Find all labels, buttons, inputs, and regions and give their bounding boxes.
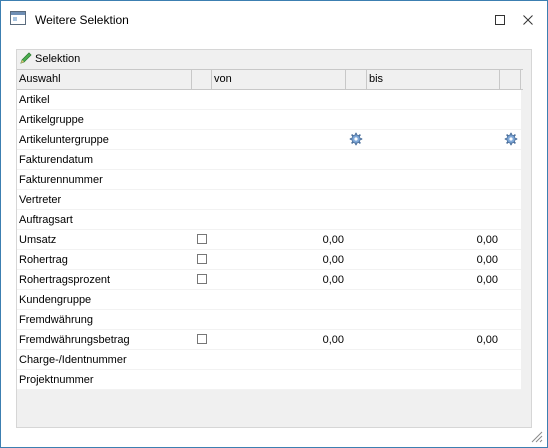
table-row[interactable]: Kundengruppe: [17, 290, 521, 310]
row-label: Fakturennummer: [19, 174, 103, 186]
table-row[interactable]: Charge-/Identnummer: [17, 350, 521, 370]
row-label: Fremdwährungsbetrag: [19, 334, 130, 346]
table-row[interactable]: Artikel: [17, 90, 521, 110]
panel-title: Selektion: [35, 53, 81, 65]
row-label: Fremdwährung: [19, 314, 93, 326]
column-header-row: Auswahl von bis: [17, 69, 523, 90]
panel-header: Selektion: [17, 50, 531, 69]
row-checkbox[interactable]: [197, 274, 207, 284]
bis-value[interactable]: 0,00: [367, 234, 500, 246]
row-label: Charge-/Identnummer: [19, 354, 127, 366]
bis-gear-icon[interactable]: [504, 132, 518, 149]
row-checkbox[interactable]: [197, 234, 207, 244]
row-label: Artikel: [19, 94, 50, 106]
bis-value[interactable]: 0,00: [367, 254, 500, 266]
window: Weitere Selektion Selektion Auswahl von …: [0, 0, 548, 448]
vertical-scroll-area[interactable]: [521, 90, 531, 390]
selection-table: Artikel Artikelgruppe Artikeluntergruppe Fa…: [17, 90, 521, 390]
row-label: Auftragsart: [19, 214, 73, 226]
table-row[interactable]: Projektnummer: [17, 370, 521, 390]
column-header-von-icon[interactable]: [346, 70, 367, 89]
table-row[interactable]: Fakturendatum: [17, 150, 521, 170]
row-label: Umsatz: [19, 234, 57, 246]
column-header-auswahl[interactable]: Auswahl: [17, 70, 192, 89]
row-checkbox[interactable]: [197, 334, 207, 344]
von-value[interactable]: 0,00: [212, 334, 346, 346]
pencil-icon: [19, 51, 33, 68]
table-row[interactable]: Vertreter: [17, 190, 521, 210]
table-row[interactable]: Auftragsart: [17, 210, 521, 230]
row-label: Rohertrag: [19, 254, 68, 266]
maximize-button[interactable]: [485, 7, 515, 33]
row-label: Artikelgruppe: [19, 114, 84, 126]
column-header-bis-icon[interactable]: [500, 70, 521, 89]
row-label: Artikeluntergruppe: [19, 134, 109, 146]
column-header-von[interactable]: von: [212, 70, 346, 89]
row-checkbox[interactable]: [197, 254, 207, 264]
row-label: Kundengruppe: [19, 294, 92, 306]
von-value[interactable]: 0,00: [212, 254, 346, 266]
close-icon: [523, 15, 533, 25]
table-row[interactable]: Rohertrag 0,00 0,00: [17, 250, 521, 270]
row-label: Fakturendatum: [19, 154, 93, 166]
table-row[interactable]: Artikeluntergruppe: [17, 130, 521, 150]
close-button[interactable]: [513, 7, 543, 33]
app-window-icon: [10, 11, 26, 25]
von-value[interactable]: 0,00: [212, 274, 346, 286]
row-label: Vertreter: [19, 194, 62, 206]
table-row[interactable]: Umsatz 0,00 0,00: [17, 230, 521, 250]
title-bar[interactable]: Weitere Selektion: [1, 1, 547, 39]
column-header-bis[interactable]: bis: [367, 70, 500, 89]
bis-value[interactable]: 0,00: [367, 274, 500, 286]
column-header-checkbox[interactable]: [192, 70, 212, 89]
von-value[interactable]: 0,00: [212, 234, 346, 246]
von-gear-icon[interactable]: [349, 132, 363, 149]
table-row[interactable]: Fakturennummer: [17, 170, 521, 190]
table-row[interactable]: Artikelgruppe: [17, 110, 521, 130]
row-label: Projektnummer: [19, 374, 94, 386]
bis-value[interactable]: 0,00: [367, 334, 500, 346]
resize-grip-icon[interactable]: [531, 431, 543, 446]
selection-panel: Selektion Auswahl von bis Artikel Artikel…: [16, 49, 532, 428]
table-row[interactable]: Fremdwährung: [17, 310, 521, 330]
maximize-icon: [495, 15, 505, 25]
table-row[interactable]: Fremdwährungsbetrag 0,00 0,00: [17, 330, 521, 350]
table-row[interactable]: Rohertragsprozent 0,00 0,00: [17, 270, 521, 290]
row-label: Rohertragsprozent: [19, 274, 111, 286]
window-title: Weitere Selektion: [35, 13, 129, 27]
